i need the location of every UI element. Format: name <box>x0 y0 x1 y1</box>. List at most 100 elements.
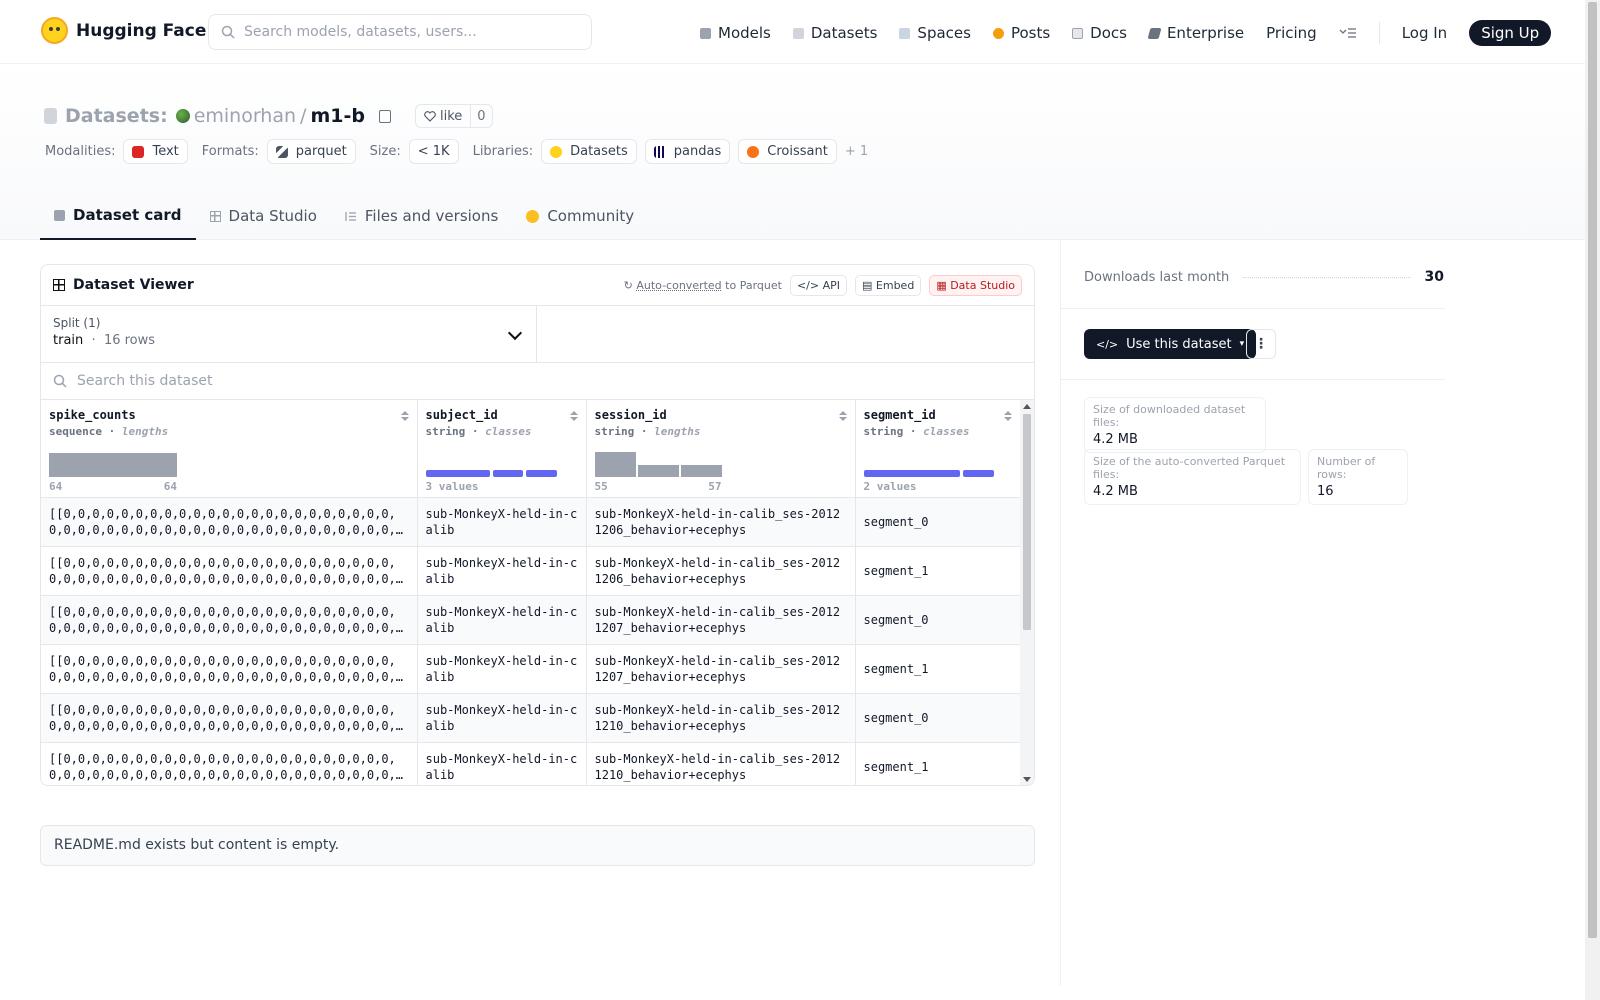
nav-enterprise[interactable]: Enterprise <box>1147 24 1244 42</box>
cell-text: [[0,0,0,0,0,0,0,0,0,0,0,0,0,0,0,0,0,0,0,… <box>49 506 396 537</box>
table-cell[interactable]: sub-MonkeyX-held-in-calib_ses-20121206_b… <box>586 497 856 547</box>
sort-icon[interactable] <box>401 411 409 421</box>
hugging-face-icon <box>550 145 563 158</box>
home-logo-link[interactable]: Hugging Face <box>41 17 206 44</box>
table-cell[interactable]: sub-MonkeyX-held-in-calib <box>417 742 587 785</box>
nav-models[interactable]: Models <box>700 24 771 42</box>
table-cell[interactable]: sub-MonkeyX-held-in-calib <box>417 693 587 743</box>
table-cell[interactable]: [[0,0,0,0,0,0,0,0,0,0,0,0,0,0,0,0,0,0,0,… <box>41 546 418 596</box>
more-libraries-link[interactable]: + 1 <box>845 144 868 159</box>
tab-community[interactable]: Community <box>512 192 648 240</box>
scroll-down-icon[interactable] <box>1023 777 1031 782</box>
tab-files-and-versions[interactable]: Files and versions <box>331 192 512 240</box>
use-this-dataset-button[interactable]: </> Use this dataset ▾ <box>1084 329 1257 359</box>
dataset-search-input[interactable] <box>77 373 877 389</box>
table-cell[interactable]: sub-MonkeyX-held-in-calib <box>417 644 587 694</box>
tag-pandas[interactable]: pandas <box>644 139 731 164</box>
table-scrollbar[interactable] <box>1020 400 1034 785</box>
histogram-bar[interactable] <box>594 451 636 477</box>
nav-docs[interactable]: Docs <box>1072 24 1127 42</box>
data-table-wrap: spike_counts sequence · lengths 64 64 sub… <box>41 400 1034 785</box>
sort-icon[interactable] <box>1004 411 1012 421</box>
table-cell[interactable]: segment_0 <box>855 595 1021 645</box>
table-row[interactable]: [[0,0,0,0,0,0,0,0,0,0,0,0,0,0,0,0,0,0,0,… <box>41 497 1021 547</box>
column-header-segment-id[interactable]: segment_id string · classes 2 values <box>855 400 1021 498</box>
table-cell[interactable]: segment_0 <box>855 497 1021 547</box>
table-cell[interactable]: segment_1 <box>855 742 1021 785</box>
table-cell[interactable]: [[0,0,0,0,0,0,0,0,0,0,0,0,0,0,0,0,0,0,0,… <box>41 497 418 547</box>
scrollbar-thumb[interactable] <box>1588 2 1597 938</box>
table-cell[interactable]: sub-MonkeyX-held-in-calib_ses-20121210_b… <box>586 693 856 743</box>
owner-link[interactable]: eminorhan <box>194 105 296 127</box>
table-cell[interactable]: segment_1 <box>855 546 1021 596</box>
histogram-bar[interactable] <box>680 464 722 477</box>
tab-label: Community <box>547 207 635 225</box>
page-scrollbar[interactable] <box>1585 0 1600 1000</box>
global-search-input[interactable] <box>244 24 574 40</box>
auto-converted-link[interactable]: Auto-converted <box>636 279 721 292</box>
data-studio-button[interactable]: ▦ Data Studio <box>929 274 1022 296</box>
tab-dataset-card[interactable]: Dataset card <box>40 192 196 240</box>
tag-label: Datasets <box>570 144 628 159</box>
repo-name-link[interactable]: m1-b <box>310 105 365 127</box>
nav-posts[interactable]: Posts <box>992 24 1050 42</box>
table-cell[interactable]: [[0,0,0,0,0,0,0,0,0,0,0,0,0,0,0,0,0,0,0,… <box>41 693 418 743</box>
table-cell[interactable]: sub-MonkeyX-held-in-calib_ses-20121210_b… <box>586 742 856 785</box>
table-cell[interactable]: sub-MonkeyX-held-in-calib <box>417 497 587 547</box>
histogram-bar[interactable] <box>637 464 679 477</box>
column-header-session-id[interactable]: session_id string · lengths 55 57 <box>586 400 856 498</box>
table-cell[interactable]: [[0,0,0,0,0,0,0,0,0,0,0,0,0,0,0,0,0,0,0,… <box>41 644 418 694</box>
dataset-icon <box>44 108 57 124</box>
sort-icon[interactable] <box>839 411 847 421</box>
tag-parquet[interactable]: parquet <box>266 139 356 164</box>
table-cell[interactable]: sub-MonkeyX-held-in-calib_ses-20121207_b… <box>586 595 856 645</box>
class-bar[interactable] <box>492 469 523 477</box>
table-cell[interactable]: segment_1 <box>855 644 1021 694</box>
more-options-button[interactable]: ⋮ <box>1246 329 1276 359</box>
tag-croissant[interactable]: Croissant <box>738 139 837 164</box>
table-cell[interactable]: sub-MonkeyX-held-in-calib <box>417 546 587 596</box>
column-header-subject-id[interactable]: subject_id string · classes 3 values <box>417 400 587 498</box>
global-search[interactable] <box>208 14 592 50</box>
tag-text[interactable]: Text <box>123 139 188 164</box>
table-cell[interactable]: [[0,0,0,0,0,0,0,0,0,0,0,0,0,0,0,0,0,0,0,… <box>41 595 418 645</box>
embed-icon: ▤ <box>862 278 876 292</box>
table-cell[interactable]: [[0,0,0,0,0,0,0,0,0,0,0,0,0,0,0,0,0,0,0,… <box>41 742 418 785</box>
class-bar[interactable] <box>863 469 960 477</box>
class-bar[interactable] <box>425 469 490 477</box>
sort-icon[interactable] <box>570 411 578 421</box>
tag-datasets[interactable]: Datasets <box>541 139 637 164</box>
table-row[interactable]: [[0,0,0,0,0,0,0,0,0,0,0,0,0,0,0,0,0,0,0,… <box>41 644 1021 694</box>
table-cell[interactable]: segment_0 <box>855 693 1021 743</box>
embed-button[interactable]: ▤ Embed <box>855 274 922 296</box>
like-button[interactable]: like 0 <box>414 104 493 128</box>
scrollbar-thumb[interactable] <box>1023 414 1031 630</box>
table-cell[interactable]: sub-MonkeyX-held-in-calib_ses-20121207_b… <box>586 644 856 694</box>
table-row[interactable]: [[0,0,0,0,0,0,0,0,0,0,0,0,0,0,0,0,0,0,0,… <box>41 742 1021 785</box>
login-link[interactable]: Log In <box>1402 24 1448 42</box>
table-row[interactable]: [[0,0,0,0,0,0,0,0,0,0,0,0,0,0,0,0,0,0,0,… <box>41 693 1021 743</box>
table-row[interactable]: [[0,0,0,0,0,0,0,0,0,0,0,0,0,0,0,0,0,0,0,… <box>41 595 1021 645</box>
dataset-search[interactable] <box>41 363 1034 400</box>
nav-spaces[interactable]: Spaces <box>899 24 971 42</box>
histogram <box>594 451 722 477</box>
nav-datasets[interactable]: Datasets <box>792 24 877 42</box>
table-row[interactable]: [[0,0,0,0,0,0,0,0,0,0,0,0,0,0,0,0,0,0,0,… <box>41 546 1021 596</box>
tag-label: Text <box>152 144 179 159</box>
chevron-down-icon: ▾ <box>1239 339 1245 349</box>
class-bar[interactable] <box>525 469 557 477</box>
split-selector[interactable]: Split (1) train · 16 rows <box>41 306 537 362</box>
table-cell[interactable]: sub-MonkeyX-held-in-calib <box>417 595 587 645</box>
column-header-spike-counts[interactable]: spike_counts sequence · lengths 64 64 <box>41 400 418 498</box>
signup-button[interactable]: Sign Up <box>1469 20 1552 46</box>
api-button[interactable]: </> API <box>789 274 848 296</box>
more-menu-icon[interactable] <box>1339 27 1357 39</box>
scroll-up-icon[interactable] <box>1023 404 1031 409</box>
table-cell[interactable]: sub-MonkeyX-held-in-calib_ses-20121206_b… <box>586 546 856 596</box>
tag-size[interactable]: < 1K <box>408 139 459 164</box>
copy-icon[interactable] <box>378 109 391 123</box>
class-bar[interactable] <box>962 469 994 477</box>
split-dot: · <box>87 333 100 348</box>
nav-pricing[interactable]: Pricing <box>1266 24 1317 42</box>
tab-data-studio[interactable]: Data Studio <box>196 192 331 240</box>
